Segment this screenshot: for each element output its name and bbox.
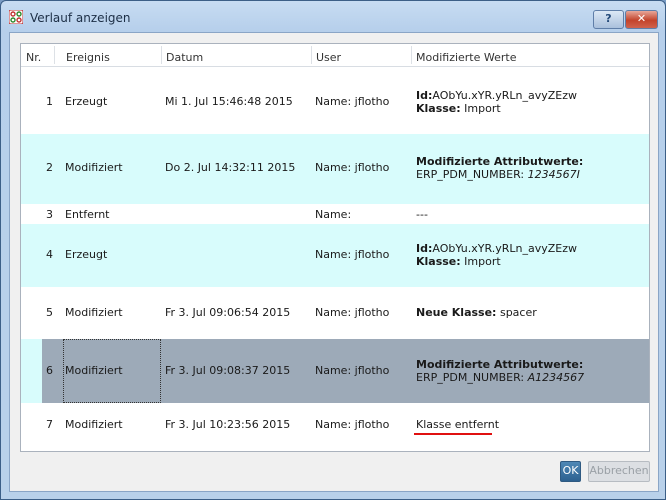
date-cell: Fr 3. Jul 09:08:37 2015	[165, 364, 291, 377]
title-bar[interactable]: Verlauf anzeigen ? ✕	[1, 1, 665, 33]
row-number: 3	[46, 208, 53, 221]
value-italic: 1234567I	[527, 168, 580, 181]
value-text: spacer	[496, 306, 537, 319]
user-cell: Name:	[315, 208, 352, 221]
close-button[interactable]: ✕	[625, 10, 658, 29]
event-cell: Entfernt	[65, 208, 110, 221]
user-cell: Name: jflotho	[315, 161, 390, 174]
red-underline-annotation	[414, 433, 492, 435]
modified-values-cell: Modifizierte Attributwerte: ERP_PDM_NUMB…	[416, 358, 584, 384]
value-key: Id:	[416, 89, 433, 102]
table-row-selected[interactable]: 6 Modifiziert Fr 3. Jul 09:08:37 2015 Na…	[21, 339, 649, 403]
modified-values-cell: Modifizierte Attributwerte: ERP_PDM_NUMB…	[416, 155, 583, 181]
modified-values-cell: ---	[416, 208, 428, 221]
value-key: Klasse:	[416, 102, 461, 115]
column-divider[interactable]	[311, 46, 312, 64]
value-key: Modifizierte Attributwerte:	[416, 155, 584, 168]
column-header-datum[interactable]: Datum	[166, 51, 203, 64]
modified-values-cell: Id:AObYu.xYR.yRLn_avyZEzw Klasse: Import	[416, 89, 577, 115]
value-key: Id:	[416, 242, 433, 255]
date-cell: Fr 3. Jul 10:23:56 2015	[165, 418, 291, 431]
modified-values-cell: Id:AObYu.xYR.yRLn_avyZEzw Klasse: Import	[416, 242, 577, 268]
table-row[interactable]: 2 Modifiziert Do 2. Jul 14:32:11 2015 Na…	[21, 134, 649, 204]
row-number: 4	[46, 248, 53, 261]
user-cell: Name: jflotho	[315, 418, 390, 431]
value-text: AObYu.xYR.yRLn_avyZEzw	[432, 89, 578, 102]
value-text: Import	[460, 255, 501, 268]
user-cell: Name: jflotho	[315, 95, 390, 108]
dialog-content: Nr. Ereignis Datum User Modifizierte Wer…	[9, 32, 659, 492]
event-cell: Erzeugt	[65, 248, 108, 261]
date-cell: Mi 1. Jul 15:46:48 2015	[165, 95, 293, 108]
user-cell: Name: jflotho	[315, 248, 390, 261]
column-divider[interactable]	[411, 46, 412, 64]
value-text: ERP_PDM_NUMBER:	[416, 168, 528, 181]
event-cell: Modifiziert	[65, 306, 123, 319]
cancel-button[interactable]: Abbrechen	[588, 461, 650, 482]
row-number: 1	[46, 95, 53, 108]
table-row[interactable]: 5 Modifiziert Fr 3. Jul 09:06:54 2015 Na…	[21, 287, 649, 339]
window-title: Verlauf anzeigen	[30, 11, 131, 25]
column-header-user[interactable]: User	[316, 51, 341, 64]
row-number: 7	[46, 418, 53, 431]
column-header-ereignis[interactable]: Ereignis	[66, 51, 110, 64]
column-divider[interactable]	[54, 46, 55, 64]
date-cell: Do 2. Jul 14:32:11 2015	[165, 161, 296, 174]
dialog-window: Verlauf anzeigen ? ✕ Nr. Ereignis Datum …	[0, 0, 666, 500]
row-number: 2	[46, 161, 53, 174]
user-cell: Name: jflotho	[315, 364, 390, 377]
value-key: Neue Klasse:	[416, 306, 497, 319]
value-key: Klasse:	[416, 255, 461, 268]
row-number: 6	[46, 364, 53, 377]
event-cell: Erzeugt	[65, 95, 108, 108]
value-text: AObYu.xYR.yRLn_avyZEzw	[432, 242, 578, 255]
event-cell: Modifiziert	[65, 161, 123, 174]
value-key: Modifizierte Attributwerte:	[416, 358, 584, 371]
column-header-nr[interactable]: Nr.	[26, 51, 41, 64]
row-number: 5	[46, 306, 53, 319]
table-row[interactable]: 1 Erzeugt Mi 1. Jul 15:46:48 2015 Name: …	[21, 67, 649, 134]
value-italic: A1234567	[527, 371, 585, 384]
value-text: ERP_PDM_NUMBER:	[416, 371, 528, 384]
date-cell: Fr 3. Jul 09:06:54 2015	[165, 306, 291, 319]
history-app-icon	[9, 10, 23, 24]
table-header: Nr. Ereignis Datum User Modifizierte Wer…	[21, 44, 649, 67]
table-row[interactable]: 7 Modifiziert Fr 3. Jul 10:23:56 2015 Na…	[21, 403, 649, 449]
help-button[interactable]: ?	[593, 10, 624, 29]
table-row[interactable]: 4 Erzeugt Name: jflotho Id:AObYu.xYR.yRL…	[21, 224, 649, 287]
modified-values-cell: Neue Klasse: spacer	[416, 306, 537, 319]
value-text: Import	[460, 102, 501, 115]
history-table[interactable]: Nr. Ereignis Datum User Modifizierte Wer…	[20, 43, 650, 452]
event-cell: Modifiziert	[65, 364, 123, 377]
ok-button[interactable]: OK	[560, 461, 581, 482]
column-header-modifizierte-werte[interactable]: Modifizierte Werte	[416, 51, 517, 64]
user-cell: Name: jflotho	[315, 306, 390, 319]
table-row[interactable]: 3 Entfernt Name: ---	[21, 204, 649, 224]
event-cell: Modifiziert	[65, 418, 123, 431]
column-divider[interactable]	[161, 46, 162, 64]
modified-values-cell: Klasse entfernt	[416, 418, 500, 431]
